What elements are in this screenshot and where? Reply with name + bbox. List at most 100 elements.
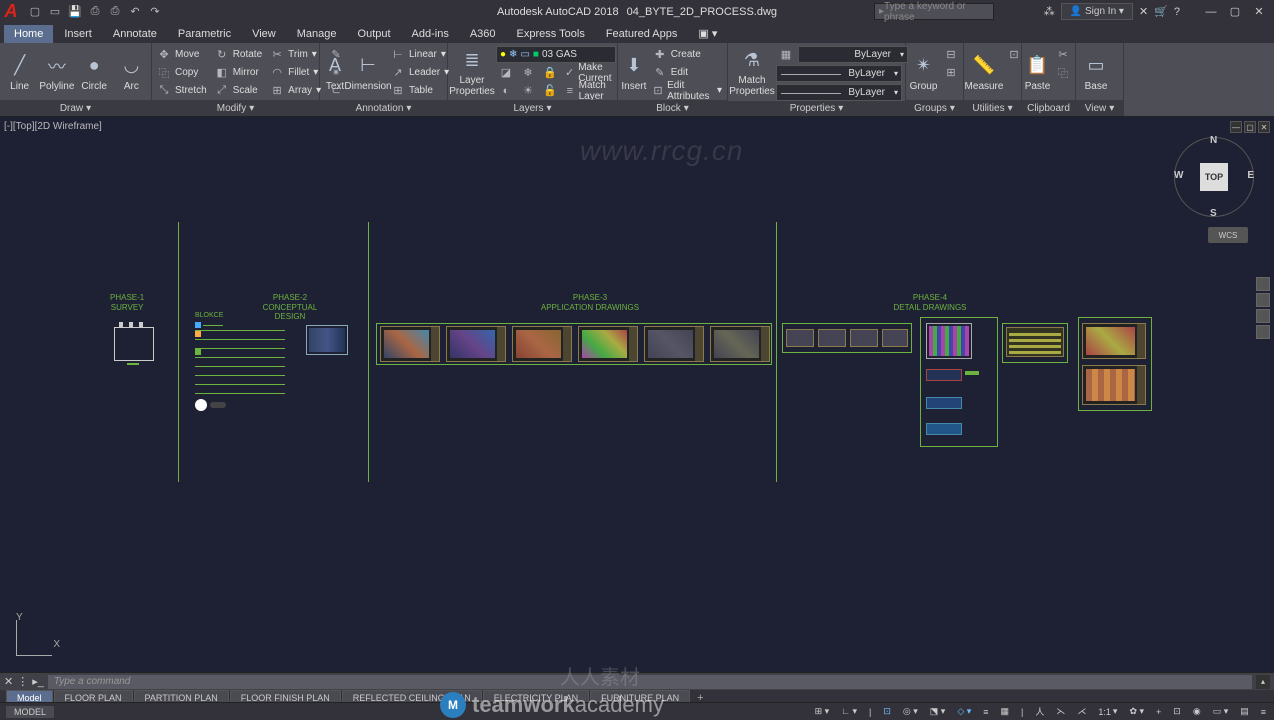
panel-block-label[interactable]: Block ▾ [618, 100, 727, 116]
save-icon[interactable]: 💾 [66, 3, 84, 21]
layer-unlock-icon[interactable]: 🔓 [540, 82, 560, 99]
nav-wheel-icon[interactable] [1256, 277, 1270, 291]
measure-button[interactable]: 📏Measure [966, 45, 1002, 99]
tab-parametric[interactable]: Parametric [168, 25, 241, 43]
wcs-badge[interactable]: WCS [1208, 227, 1248, 243]
layer-lock-icon[interactable]: 🔒 [540, 64, 560, 81]
polyline-button[interactable]: 〰Polyline [39, 45, 74, 99]
tab-output[interactable]: Output [348, 25, 401, 43]
status-iso2-icon[interactable]: ▭ ▾ [1209, 705, 1233, 719]
status-qp-icon[interactable]: ⋋ [1052, 705, 1069, 719]
undo-icon[interactable]: ↶ [126, 3, 144, 21]
line-button[interactable]: ╱Line [2, 45, 37, 99]
viewport-label[interactable]: [-][Top][2D Wireframe] [4, 121, 102, 132]
status-snap-icon[interactable]: ∟ ▾ [837, 705, 861, 719]
status-menu-icon[interactable]: ≡ [1257, 705, 1270, 719]
open-icon[interactable]: ▭ [46, 3, 64, 21]
help-icon[interactable]: ? [1174, 6, 1180, 18]
linetype-dropdown[interactable]: ByLayer [776, 84, 902, 101]
linear-button[interactable]: ⊢Linear ▾ [388, 46, 452, 63]
panel-groups-label[interactable]: Groups ▾ [906, 100, 963, 116]
circle-button[interactable]: ●Circle [77, 45, 112, 99]
base-button[interactable]: ▭Base [1078, 45, 1114, 99]
status-lwt-icon[interactable]: ≡ [979, 705, 992, 719]
redo-icon[interactable]: ↷ [146, 3, 164, 21]
layer-thaw-icon[interactable]: ☀ [518, 82, 538, 99]
scale-button[interactable]: ⤢Scale [212, 82, 265, 99]
make-current-button[interactable]: ✓Make Current [562, 64, 619, 81]
infocenter-icon[interactable]: ⁂ [1044, 5, 1055, 18]
mirror-button[interactable]: ◧Mirror [212, 64, 265, 81]
viewcube-top[interactable]: TOP [1200, 163, 1228, 191]
status-polar-icon[interactable]: ◎ ▾ [899, 705, 922, 719]
viewport[interactable]: [-][Top][2D Wireframe] — ▢ ✕ TOP N S E W… [0, 117, 1274, 672]
move-button[interactable]: ✥Move [154, 46, 210, 63]
arc-button[interactable]: ◡Arc [114, 45, 149, 99]
panel-draw-label[interactable]: Draw ▾ [0, 100, 151, 116]
status-model[interactable]: MODEL [6, 706, 54, 718]
print-icon[interactable]: ⎙ [106, 3, 124, 21]
status-dyn-icon[interactable]: 人 [1031, 705, 1048, 719]
layer-dropdown[interactable]: ●❄▭■03 GAS [496, 46, 616, 63]
ungroup-icon[interactable]: ⊟ [941, 46, 961, 63]
layer-off-icon[interactable]: ◐ [496, 82, 516, 99]
status-hw-icon[interactable]: ◉ [1189, 705, 1205, 719]
tab-home[interactable]: Home [4, 25, 53, 43]
command-input[interactable]: Type a command [48, 675, 1252, 689]
edit-attributes-button[interactable]: ⊡Edit Attributes ▾ [650, 82, 725, 99]
panel-annotation-label[interactable]: Annotation ▾ [320, 100, 447, 116]
stretch-button[interactable]: ⤡Stretch [154, 82, 210, 99]
tab-express[interactable]: Express Tools [507, 25, 595, 43]
insert-button[interactable]: ⬇Insert [620, 45, 648, 99]
create-block-button[interactable]: ✚Create [650, 46, 725, 63]
tab-annotate[interactable]: Annotate [103, 25, 167, 43]
exchange-icon[interactable]: ✕ [1139, 5, 1148, 18]
cart-icon[interactable]: 🛒 [1154, 5, 1168, 18]
copy-button[interactable]: ⿻Copy [154, 64, 210, 81]
copy-clip-icon[interactable]: ⿻ [1053, 64, 1073, 81]
nav-pan-icon[interactable] [1256, 293, 1270, 307]
layer-iso-icon[interactable]: ◪ [496, 64, 516, 81]
vp-close-icon[interactable]: ✕ [1258, 121, 1270, 133]
panel-properties-label[interactable]: Properties ▾ [728, 101, 905, 116]
cut-icon[interactable]: ✂ [1053, 46, 1073, 63]
status-ortho-icon[interactable]: ⊡ [879, 705, 895, 719]
saveas-icon[interactable]: ⎙ [86, 3, 104, 21]
app-logo[interactable]: A [0, 1, 22, 23]
status-iso-icon[interactable]: ⬔ ▾ [926, 705, 950, 719]
edit-block-button[interactable]: ✎Edit [650, 64, 725, 81]
color-dropdown[interactable]: ByLayer [798, 46, 908, 63]
cmd-close-icon[interactable]: ✕ [4, 675, 13, 688]
fillet-button[interactable]: ◠Fillet ▾ [267, 64, 324, 81]
status-grid-icon[interactable]: ⊞ ▾ [811, 705, 834, 719]
panel-utilities-label[interactable]: Utilities ▾ [964, 100, 1021, 116]
cmd-history-icon[interactable]: ▴ [1256, 675, 1270, 689]
status-clean-icon[interactable]: ▤ [1236, 705, 1253, 719]
vp-max-icon[interactable]: ▢ [1244, 121, 1256, 133]
status-osnap-icon[interactable]: ◇ ▾ [953, 705, 975, 719]
viewcube[interactable]: TOP N S E W [1174, 137, 1254, 217]
tab-addins[interactable]: Add-ins [402, 25, 459, 43]
panel-layers-label[interactable]: Layers ▾ [448, 100, 617, 116]
match-layer-button[interactable]: ≡Match Layer [562, 82, 619, 99]
new-icon[interactable]: ▢ [26, 3, 44, 21]
color-icon[interactable]: ▦ [776, 46, 796, 63]
minimize-button[interactable]: — [1200, 3, 1222, 21]
util-icon[interactable]: ⊡ [1004, 46, 1024, 63]
layer-freeze-icon[interactable]: ❄ [518, 64, 538, 81]
status-gear-icon[interactable]: ✿ ▾ [1125, 705, 1148, 719]
group-edit-icon[interactable]: ⊞ [941, 64, 961, 81]
dimension-button[interactable]: ⊢Dimension [350, 45, 386, 99]
close-button[interactable]: ✕ [1248, 3, 1270, 21]
trim-button[interactable]: ✂Trim ▾ [267, 46, 324, 63]
leader-button[interactable]: ↗Leader ▾ [388, 64, 452, 81]
tab-a360[interactable]: A360 [460, 25, 506, 43]
status-max-icon[interactable]: ⊡ [1169, 705, 1185, 719]
maximize-button[interactable]: ▢ [1224, 3, 1246, 21]
status-sc-icon[interactable]: ⋌ [1073, 705, 1090, 719]
tab-manage[interactable]: Manage [287, 25, 347, 43]
tab-insert[interactable]: Insert [54, 25, 102, 43]
layer-properties-button[interactable]: ≣Layer Properties [450, 45, 494, 99]
group-button[interactable]: ✴Group [908, 45, 939, 99]
status-scale[interactable]: 1:1 ▾ [1094, 705, 1121, 719]
